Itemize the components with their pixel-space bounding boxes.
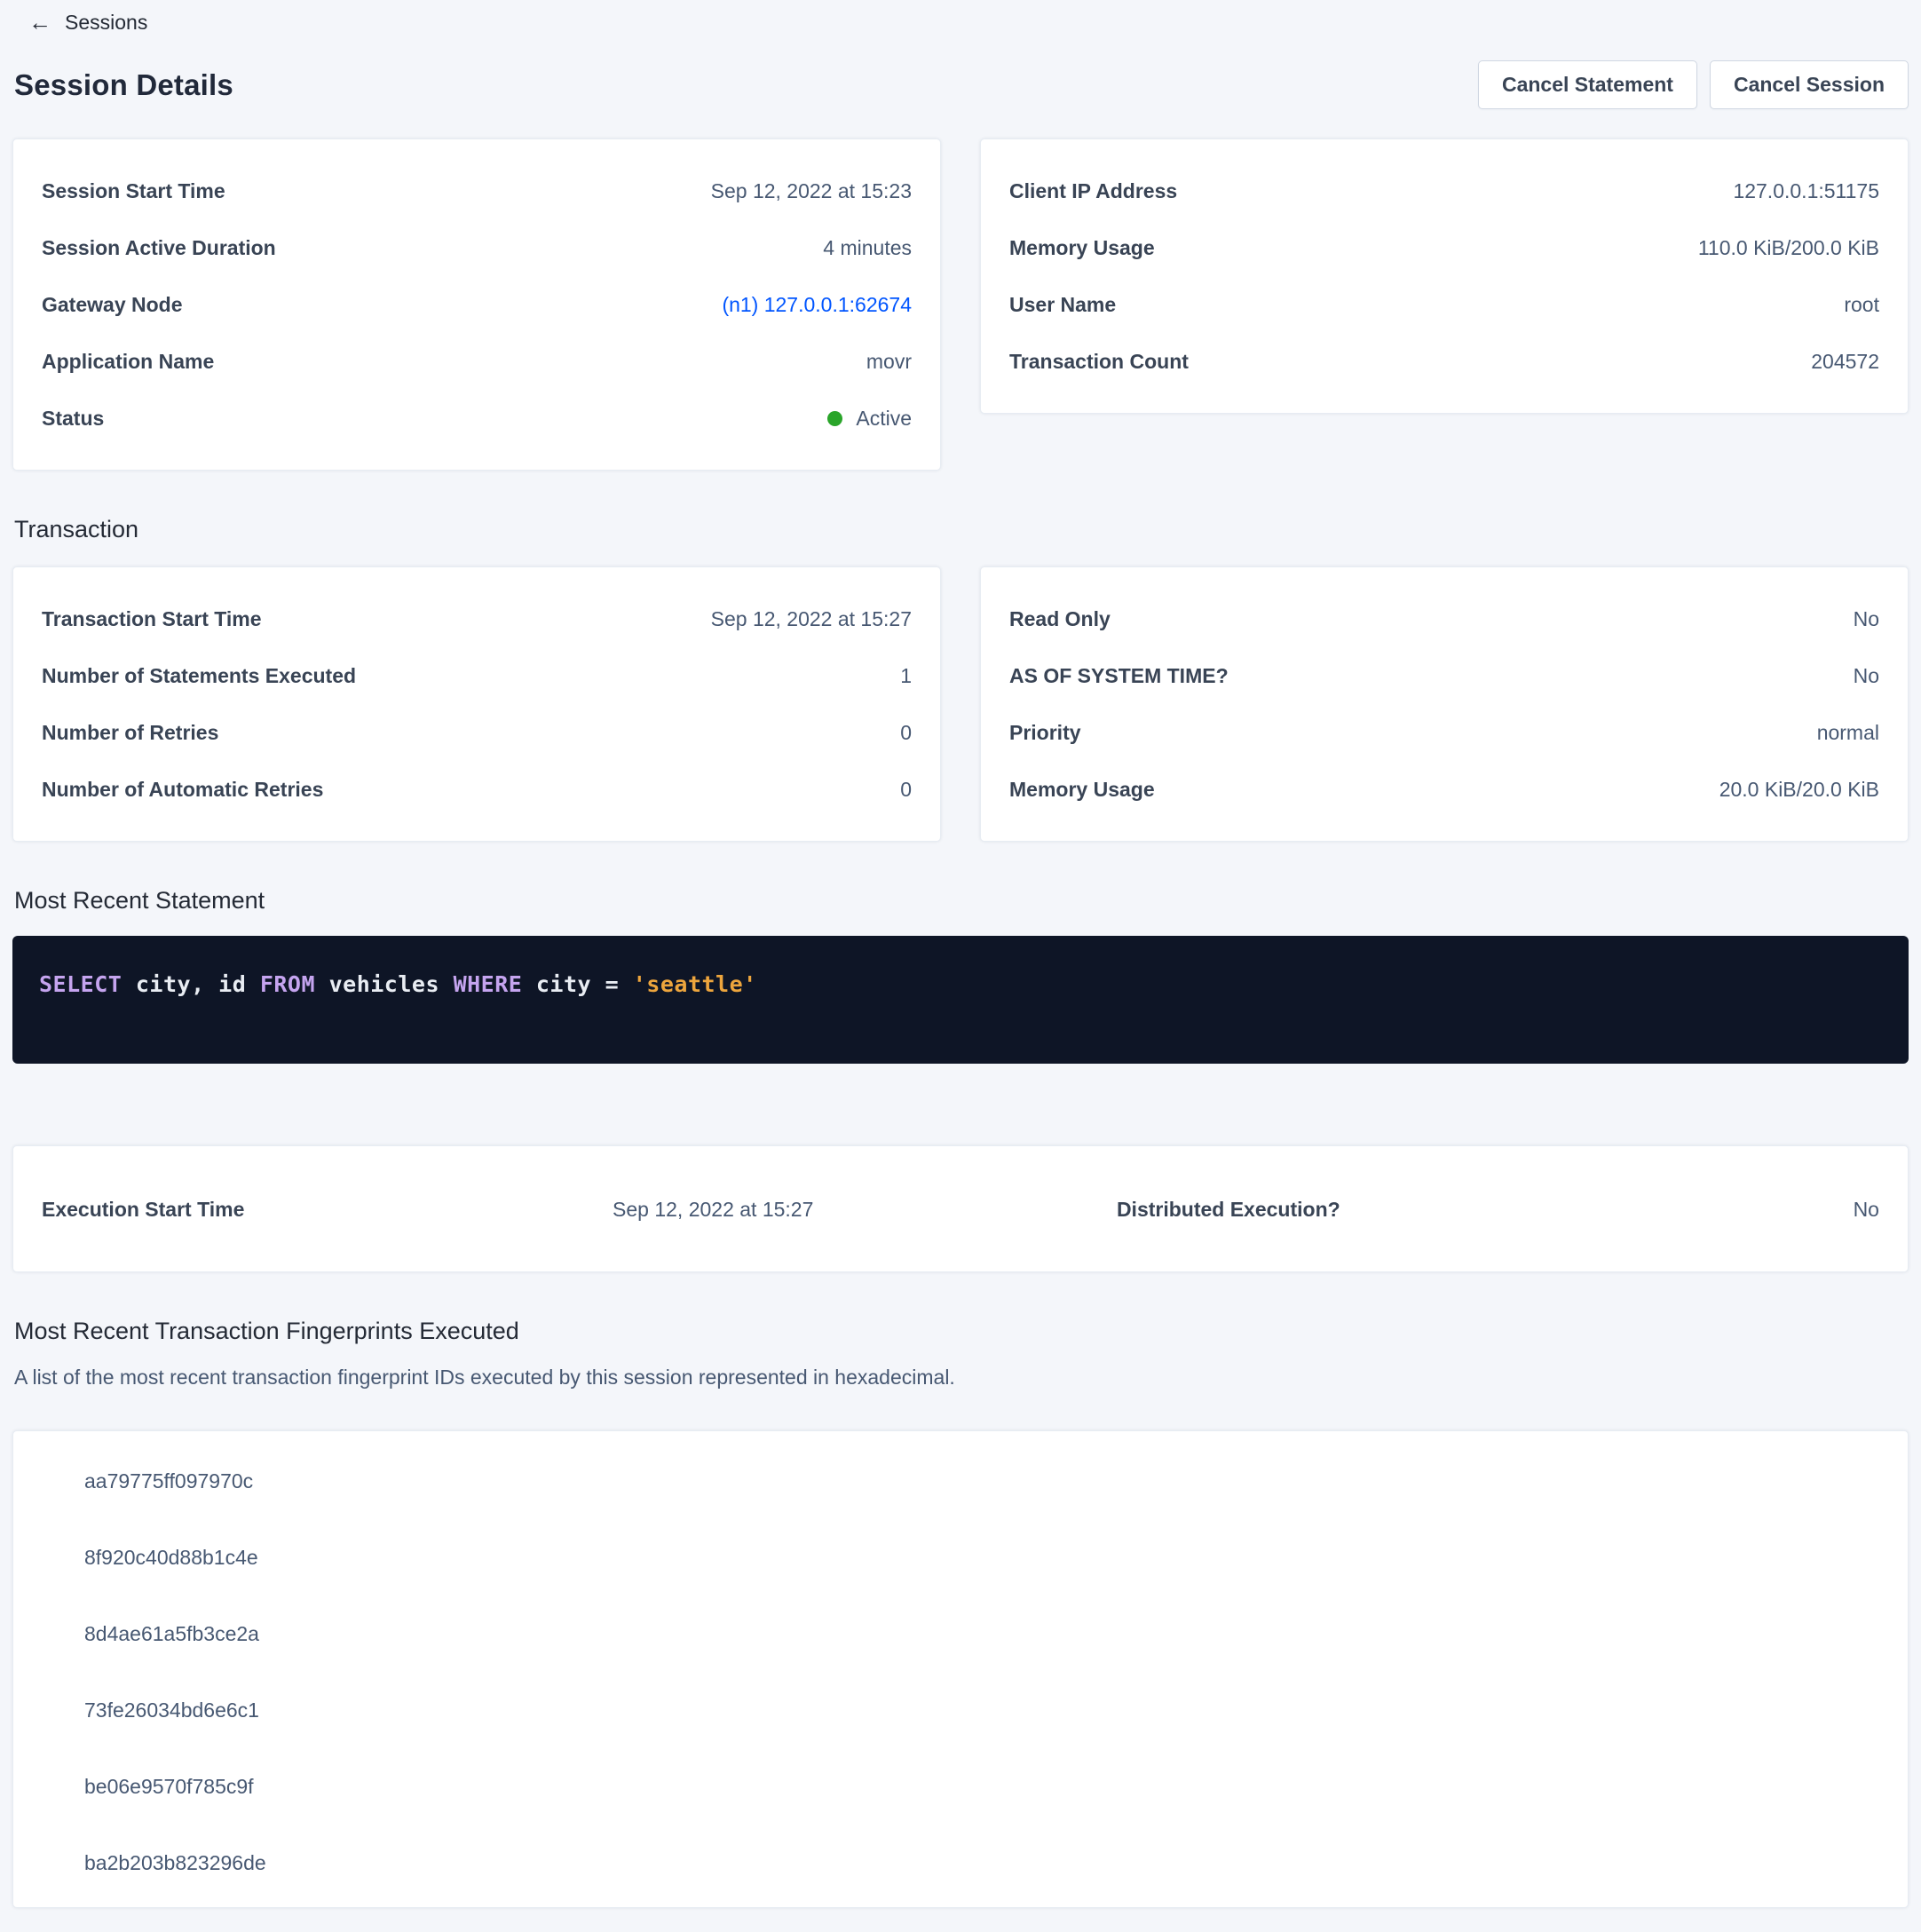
back-to-sessions-link[interactable]: ← Sessions [28,11,147,35]
header-actions: Cancel Statement Cancel Session [1478,60,1909,109]
execution-start-time-value: Sep 12, 2022 at 15:27 [437,1197,813,1222]
table-row: AS OF SYSTEM TIME? No [1009,663,1879,688]
list-item: aa79775ff097970c [84,1469,1879,1493]
distributed-execution-value: No [1503,1197,1879,1222]
transaction-card-right: Read Only No AS OF SYSTEM TIME? No Prior… [980,566,1909,842]
row-label: Transaction Start Time [42,606,262,631]
row-label: Status [42,406,104,431]
table-row: Priority normal [1009,720,1879,745]
row-value: normal [1817,720,1879,745]
table-row: Transaction Count 204572 [1009,349,1879,374]
cancel-session-button[interactable]: Cancel Session [1710,60,1909,109]
sql-string: 'seattle' [633,971,757,997]
row-value: 20.0 KiB/20.0 KiB [1719,777,1879,802]
session-card-left: Session Start Time Sep 12, 2022 at 15:23… [12,139,941,471]
status-badge: Active [827,406,912,431]
sql-keyword: WHERE [454,971,523,997]
row-value: No [1854,663,1879,688]
session-card-right: Client IP Address 127.0.0.1:51175 Memory… [980,139,1909,414]
row-label: Session Start Time [42,178,225,203]
table-row: Memory Usage 20.0 KiB/20.0 KiB [1009,777,1879,802]
row-value: 4 minutes [823,235,912,260]
page-title: Session Details [14,68,233,102]
row-label: User Name [1009,292,1116,317]
execution-summary-card: Execution Start Time Sep 12, 2022 at 15:… [12,1145,1909,1272]
row-label: Memory Usage [1009,235,1155,260]
table-row: User Name root [1009,292,1879,317]
table-row: Number of Retries 0 [42,720,912,745]
row-value: movr [866,349,912,374]
row-label: Session Active Duration [42,235,276,260]
row-label: Number of Retries [42,720,218,745]
transaction-summary: Transaction Start Time Sep 12, 2022 at 1… [12,566,1909,842]
row-label: Read Only [1009,606,1111,631]
status-dot-icon [827,411,842,426]
row-label: Memory Usage [1009,777,1155,802]
table-row: Session Active Duration 4 minutes [42,235,912,260]
row-value: 0 [900,720,912,745]
row-value: 127.0.0.1:51175 [1733,178,1879,203]
row-label: Priority [1009,720,1081,745]
row-value: 0 [900,777,912,802]
list-item: 8d4ae61a5fb3ce2a [84,1621,1879,1646]
fingerprints-section-heading: Most Recent Transaction Fingerprints Exe… [14,1317,1909,1345]
table-row: Status Active [42,406,912,431]
sql-statement-box: SELECT city, id FROM vehicles WHERE city… [12,936,1909,1064]
row-label: Number of Statements Executed [42,663,356,688]
row-value: Sep 12, 2022 at 15:27 [711,606,912,631]
row-value: root [1844,292,1879,317]
table-row: Number of Automatic Retries 0 [42,777,912,802]
fingerprints-list: aa79775ff097970c 8f920c40d88b1c4e 8d4ae6… [42,1469,1879,1875]
table-row: Application Name movr [42,349,912,374]
row-value: 110.0 KiB/200.0 KiB [1698,235,1879,260]
back-link-label: Sessions [65,11,147,35]
row-value: No [1854,606,1879,631]
sql-text: city, id [122,971,260,997]
sql-statement: SELECT city, id FROM vehicles WHERE city… [39,971,1882,998]
table-row: Memory Usage 110.0 KiB/200.0 KiB [1009,235,1879,260]
cancel-statement-button[interactable]: Cancel Statement [1478,60,1697,109]
session-details-page: ← Sessions Session Details Cancel Statem… [0,0,1921,1908]
list-item: 8f920c40d88b1c4e [84,1545,1879,1570]
transaction-card-left: Transaction Start Time Sep 12, 2022 at 1… [12,566,941,842]
fingerprints-description: A list of the most recent transaction fi… [14,1365,1909,1390]
arrow-left-icon: ← [28,11,51,34]
row-value: 204572 [1811,349,1879,374]
row-label: AS OF SYSTEM TIME? [1009,663,1229,688]
status-text: Active [856,406,912,431]
transaction-section-heading: Transaction [14,515,1909,543]
distributed-execution-label: Distributed Execution? [1117,1197,1503,1222]
page-header: Session Details Cancel Statement Cancel … [12,60,1909,109]
execution-start-time-label: Execution Start Time [42,1197,437,1222]
table-row: Transaction Start Time Sep 12, 2022 at 1… [42,606,912,631]
session-summary: Session Start Time Sep 12, 2022 at 15:23… [12,139,1909,471]
list-item: ba2b203b823296de [84,1850,1879,1875]
table-row: Gateway Node (n1) 127.0.0.1:62674 [42,292,912,317]
fingerprints-card: aa79775ff097970c 8f920c40d88b1c4e 8d4ae6… [12,1430,1909,1908]
sql-text: city = [522,971,632,997]
sql-keyword: SELECT [39,971,122,997]
row-value: 1 [900,663,912,688]
row-label: Gateway Node [42,292,183,317]
table-row: Session Start Time Sep 12, 2022 at 15:23 [42,178,912,203]
table-row: Read Only No [1009,606,1879,631]
sql-text: vehicles [315,971,454,997]
row-label: Application Name [42,349,214,374]
row-label: Transaction Count [1009,349,1189,374]
list-item: be06e9570f785c9f [84,1774,1879,1799]
table-row: Client IP Address 127.0.0.1:51175 [1009,178,1879,203]
breadcrumb: ← Sessions [28,9,1909,36]
row-label: Number of Automatic Retries [42,777,323,802]
sql-keyword: FROM [260,971,315,997]
row-label: Client IP Address [1009,178,1177,203]
table-row: Number of Statements Executed 1 [42,663,912,688]
row-value: Sep 12, 2022 at 15:23 [711,178,912,203]
statement-section-heading: Most Recent Statement [14,886,1909,915]
gateway-node-link[interactable]: (n1) 127.0.0.1:62674 [722,292,912,317]
list-item: 73fe26034bd6e6c1 [84,1698,1879,1722]
